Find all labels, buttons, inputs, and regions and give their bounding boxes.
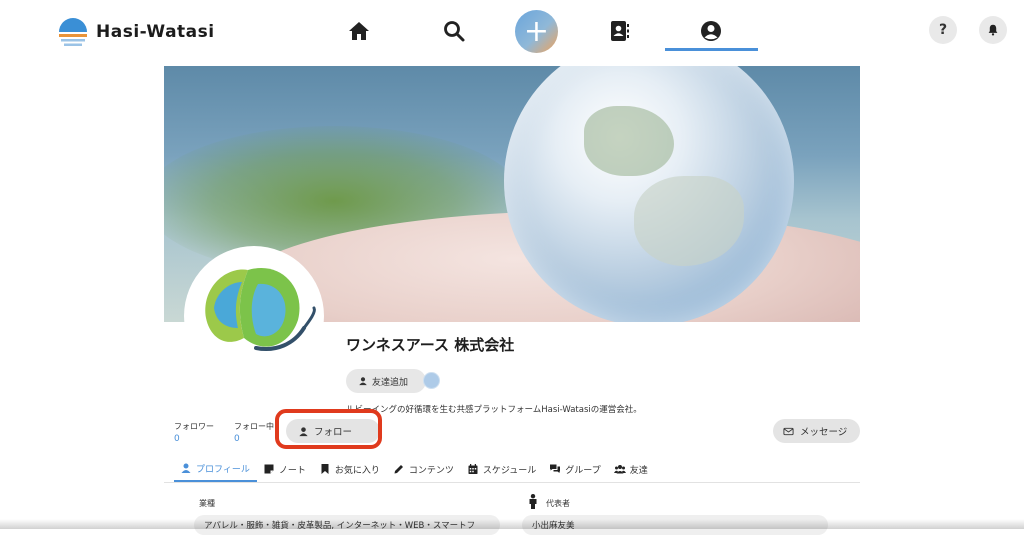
envelope-icon xyxy=(783,427,794,435)
profile-avatar[interactable] xyxy=(184,246,324,386)
logo-icon xyxy=(59,18,87,46)
followers-count[interactable]: 0 xyxy=(174,434,180,444)
nav-search[interactable] xyxy=(433,10,475,52)
message-label: メッセージ xyxy=(800,427,848,438)
search-icon xyxy=(444,21,465,42)
tab-favorites[interactable]: お気に入り xyxy=(313,456,387,482)
following-label: フォロー中 xyxy=(234,422,274,431)
chat-icon xyxy=(550,464,561,473)
tab-label: グループ xyxy=(565,465,601,476)
add-friend-label: 友達追加 xyxy=(372,377,409,388)
follow-highlight-annotation xyxy=(275,409,382,449)
tab-label: プロフィール xyxy=(196,464,250,475)
contacts-icon xyxy=(611,21,629,41)
user-icon xyxy=(359,377,367,386)
add-friend-button[interactable]: 友達追加 xyxy=(346,369,426,393)
brand-name: Hasi-Watasi xyxy=(96,22,215,42)
representative-label: 代表者 xyxy=(546,499,570,508)
nav-profile[interactable] xyxy=(690,10,732,52)
top-navigation: Hasi-Watasi + ? xyxy=(0,0,1024,62)
tabs-divider xyxy=(164,482,860,483)
tab-friends[interactable]: 友達 xyxy=(608,456,655,482)
pen-icon xyxy=(394,465,403,474)
industry-label: 業種 xyxy=(199,499,215,508)
bookmark-icon xyxy=(321,464,329,474)
users-icon xyxy=(613,465,626,474)
bottom-edge-shadow xyxy=(0,519,1024,529)
tab-groups[interactable]: グループ xyxy=(543,456,607,482)
tab-label: お気に入り xyxy=(334,465,380,476)
nav-active-indicator xyxy=(665,48,758,51)
tab-contents[interactable]: コンテンツ xyxy=(387,456,461,482)
profile-tabs: プロフィール ノート お気に入り コンテンツ スケジュール グループ 友達 xyxy=(174,456,655,482)
tab-profile[interactable]: プロフィール xyxy=(174,456,257,482)
nav-create[interactable]: + xyxy=(515,10,558,53)
bell-icon xyxy=(988,24,998,36)
friend-status-dot xyxy=(423,372,440,389)
company-description: ルビーイングの好循環を生む共感プラットフォームHasi-Watasiの運営会社。 xyxy=(346,405,642,415)
tab-schedule[interactable]: スケジュール xyxy=(461,456,543,482)
brand-logo[interactable]: Hasi-Watasi xyxy=(56,15,215,49)
company-logo-icon xyxy=(188,250,320,382)
tab-label: スケジュール xyxy=(482,465,537,476)
company-name: ワンネスアース 株式会社 xyxy=(346,336,515,354)
tab-label: 友達 xyxy=(629,465,648,476)
user-circle-icon xyxy=(701,21,721,41)
message-button[interactable]: メッセージ xyxy=(773,419,860,443)
tab-label: コンテンツ xyxy=(408,465,454,476)
tab-label: ノート xyxy=(278,465,306,476)
person-icon xyxy=(529,494,537,509)
help-button[interactable]: ? xyxy=(929,16,957,44)
user-icon xyxy=(181,463,191,473)
calendar-icon xyxy=(468,464,478,474)
home-icon xyxy=(349,22,369,40)
nav-home[interactable] xyxy=(338,10,380,52)
tab-notes[interactable]: ノート xyxy=(257,456,313,482)
following-count[interactable]: 0 xyxy=(234,434,240,444)
help-icon: ? xyxy=(938,22,948,38)
followers-label: フォロワー xyxy=(174,422,214,431)
notifications-button[interactable] xyxy=(979,16,1007,44)
note-icon xyxy=(264,464,274,474)
plus-icon: + xyxy=(523,13,550,49)
nav-contacts[interactable] xyxy=(598,10,640,52)
